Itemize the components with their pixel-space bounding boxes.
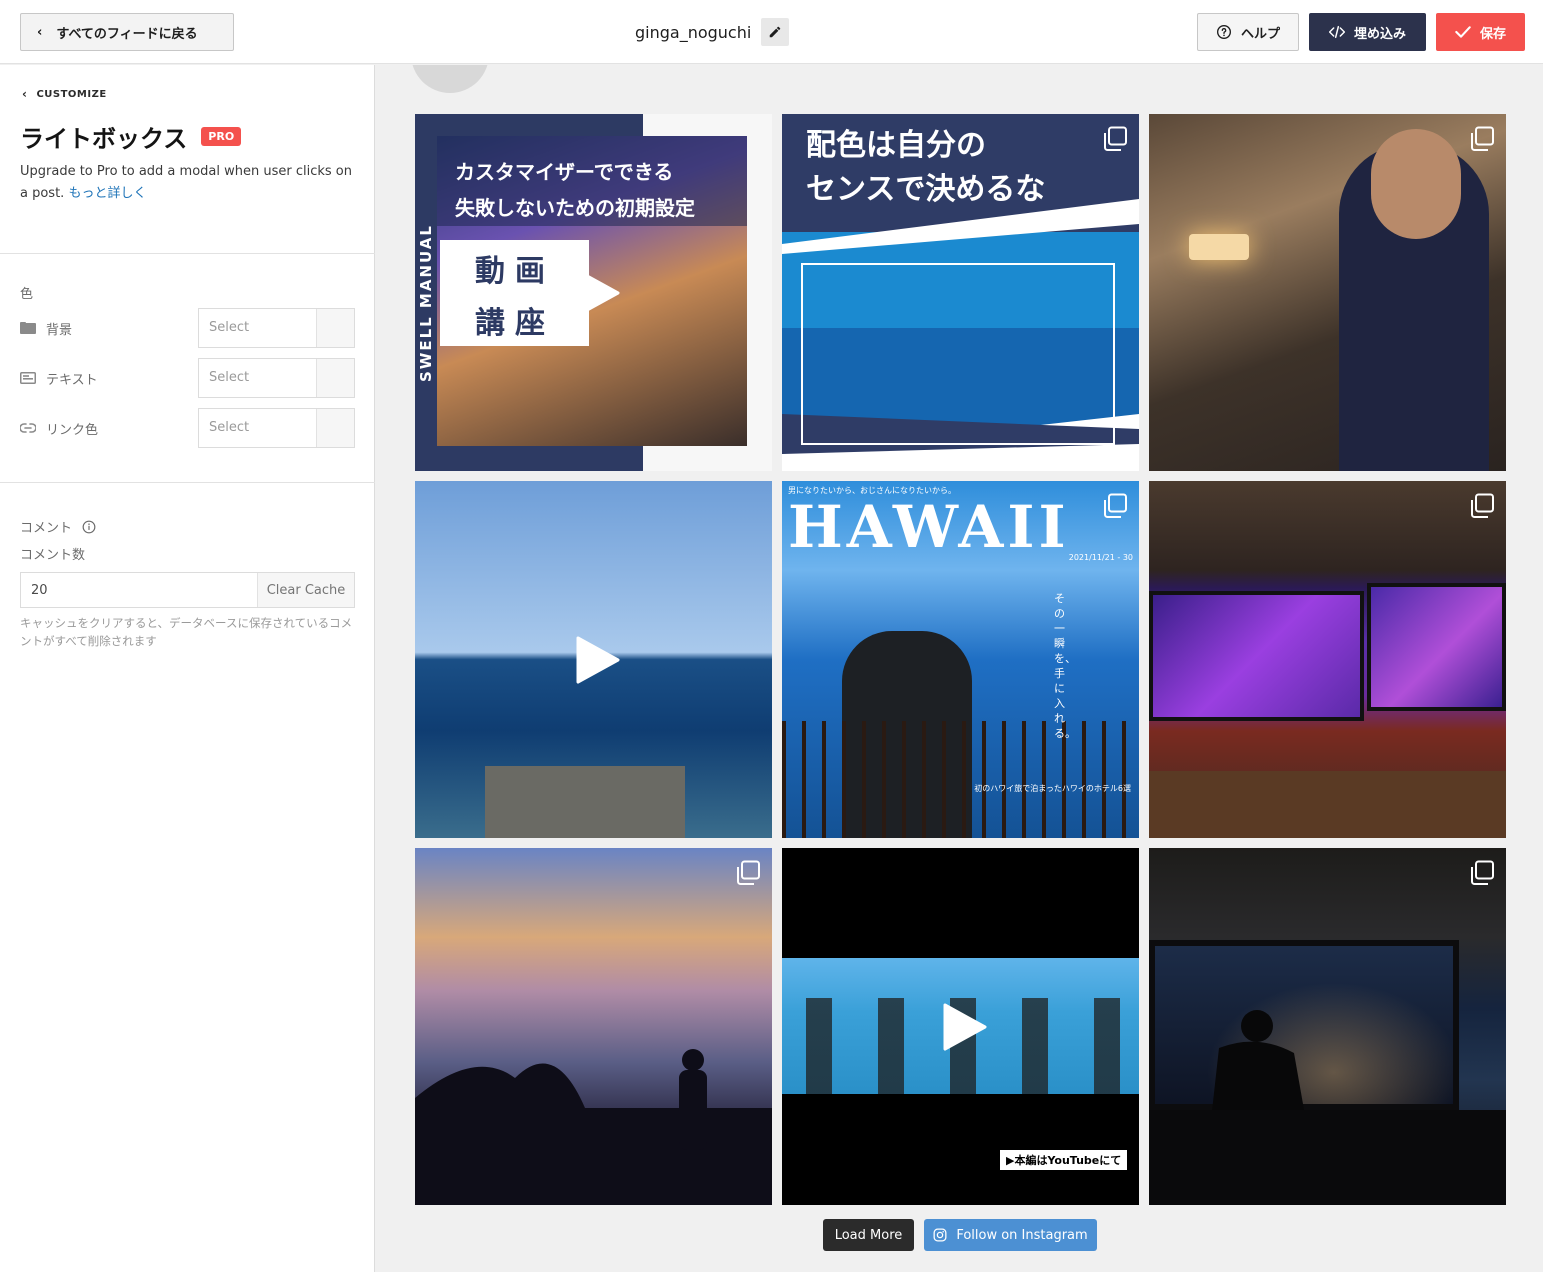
pencil-icon — [770, 26, 781, 38]
save-button[interactable]: 保存 — [1436, 13, 1525, 51]
post-caption: HAWAII — [788, 493, 1070, 561]
carousel-icon — [737, 860, 760, 885]
pro-badge: PRO — [201, 127, 242, 146]
carousel-icon — [1104, 493, 1127, 518]
feed-title-area: ginga_noguchi — [635, 18, 790, 46]
color-swatch[interactable] — [316, 359, 354, 397]
avatar — [411, 65, 489, 93]
load-more-button[interactable]: Load More — [823, 1219, 914, 1251]
save-label: 保存 — [1479, 26, 1506, 42]
color-row-text: テキスト Select — [20, 358, 355, 398]
post-monitor-left — [1149, 591, 1364, 721]
post-tile[interactable] — [1149, 481, 1506, 838]
info-icon[interactable] — [82, 520, 96, 534]
post-silhouette — [415, 1049, 772, 1205]
color-group-label: 色 — [20, 287, 34, 302]
back-to-feeds-button[interactable]: ‹ すべてのフィードに戻る — [20, 13, 234, 51]
divider — [0, 482, 375, 483]
post-tile[interactable]: ▶本編はYouTubeにて — [782, 848, 1139, 1205]
select-placeholder: Select — [209, 370, 250, 385]
post-tile[interactable]: 配色は自分の センスで決めるな — [782, 114, 1139, 471]
folder-icon — [20, 320, 36, 336]
question-circle-icon — [1216, 24, 1232, 40]
instagram-icon — [933, 1228, 947, 1242]
post-desk — [1149, 771, 1506, 838]
post-caption: 配色は自分の センスで決めるな — [806, 128, 1046, 207]
help-button[interactable]: ヘルプ — [1197, 13, 1299, 51]
play-icon — [576, 269, 619, 316]
color-swatch[interactable] — [316, 409, 354, 447]
post-caption: カスタマイザーでできる 失敗しないための初期設定 — [455, 160, 695, 220]
divider — [0, 253, 375, 254]
upgrade-notice: Upgrade to Pro to add a modal when user … — [20, 161, 355, 205]
post-tile[interactable] — [1149, 114, 1506, 471]
comment-count-field: Clear Cache — [20, 572, 355, 608]
color-row-background: 背景 Select — [20, 308, 355, 348]
text-icon — [20, 370, 36, 386]
post-tile[interactable] — [415, 848, 772, 1205]
play-icon — [576, 636, 619, 683]
post-tile[interactable]: カスタマイザーでできる 失敗しないための初期設定 動画 講座 SWELL MAN… — [415, 114, 772, 471]
embed-button[interactable]: 埋め込み — [1309, 13, 1426, 51]
post-silhouette — [1149, 1010, 1506, 1205]
top-bar: ‹ すべてのフィードに戻る ginga_noguchi ヘルプ 埋め込み 保存 — [0, 0, 1543, 64]
clear-cache-button[interactable]: Clear Cache — [257, 573, 354, 607]
post-lamp — [1189, 234, 1249, 260]
comment-count-input[interactable] — [21, 573, 259, 607]
carousel-icon — [1471, 126, 1494, 151]
select-placeholder: Select — [209, 320, 250, 335]
link-color-select[interactable]: Select — [198, 408, 355, 448]
embed-label: 埋め込み — [1353, 26, 1406, 42]
link-icon — [20, 420, 36, 436]
learn-more-link[interactable]: もっと詳しく — [68, 186, 146, 201]
code-icon — [1328, 25, 1345, 39]
post-figure-head — [1371, 129, 1461, 239]
post-vertical-text: その一瞬を、手に入れる。 — [1054, 592, 1076, 740]
help-label: ヘルプ — [1240, 26, 1280, 42]
carousel-icon — [1471, 493, 1494, 518]
comments-group-label: コメント — [20, 517, 96, 536]
feed-title: ginga_noguchi — [635, 22, 752, 42]
select-placeholder: Select — [209, 420, 250, 435]
color-row-label: リンク色 — [46, 423, 99, 438]
back-to-feeds-label: すべてのフィードに戻る — [56, 26, 198, 42]
color-swatch[interactable] — [316, 309, 354, 347]
chevron-left-icon: ‹ — [37, 24, 43, 40]
chevron-left-icon: ‹ — [22, 87, 28, 101]
color-row-link: リンク色 Select — [20, 408, 355, 448]
section-heading: ライトボックス PRO — [20, 119, 242, 154]
section-title: ライトボックス — [20, 125, 188, 153]
post-tile[interactable] — [1149, 848, 1506, 1205]
post-rock — [485, 766, 685, 838]
background-color-select[interactable]: Select — [198, 308, 355, 348]
post-monitor-right — [1367, 583, 1506, 711]
checkmark-icon — [1455, 25, 1471, 39]
text-color-select[interactable]: Select — [198, 358, 355, 398]
comment-count-label: コメント数 — [20, 548, 86, 563]
customize-breadcrumb-label: CUSTOMIZE — [36, 88, 107, 100]
edit-title-button[interactable] — [761, 18, 790, 46]
customize-breadcrumb[interactable]: ‹ CUSTOMIZE — [22, 87, 107, 101]
color-row-label: テキスト — [46, 373, 98, 388]
comments-label: コメント — [20, 521, 73, 536]
play-icon — [943, 1003, 986, 1050]
carousel-icon — [1471, 860, 1494, 885]
post-side-text: SWELL MANUAL — [417, 224, 435, 382]
post-grid: カスタマイザーでできる 失敗しないための初期設定 動画 講座 SWELL MAN… — [415, 114, 1506, 1205]
customize-sidebar: ‹ CUSTOMIZE ライトボックス PRO Upgrade to Pro t… — [0, 65, 375, 1272]
feed-preview: カスタマイザーでできる 失敗しないための初期設定 動画 講座 SWELL MAN… — [376, 65, 1527, 1272]
post-tile[interactable] — [415, 481, 772, 838]
post-railing — [782, 721, 1139, 838]
follow-label: Follow on Instagram — [956, 1227, 1088, 1243]
post-tile[interactable]: 男になりたいから、おじさんになりたいから。 HAWAII 2021/11/21 … — [782, 481, 1139, 838]
post-date: 2021/11/21 - 30 — [1068, 553, 1133, 562]
cache-help-text: キャッシュをクリアすると、データベースに保存されているコメントがすべて削除されま… — [20, 616, 353, 648]
follow-on-instagram-button[interactable]: Follow on Instagram — [924, 1219, 1097, 1251]
post-youtube-banner: ▶本編はYouTubeにて — [998, 1148, 1130, 1172]
post-label-text: 動画 講座 — [475, 254, 555, 341]
post-subtitle: 初のハワイ旅で泊まったハワイのホテル6選 — [974, 784, 1131, 793]
color-row-label: 背景 — [46, 323, 73, 338]
carousel-icon — [1104, 126, 1127, 151]
